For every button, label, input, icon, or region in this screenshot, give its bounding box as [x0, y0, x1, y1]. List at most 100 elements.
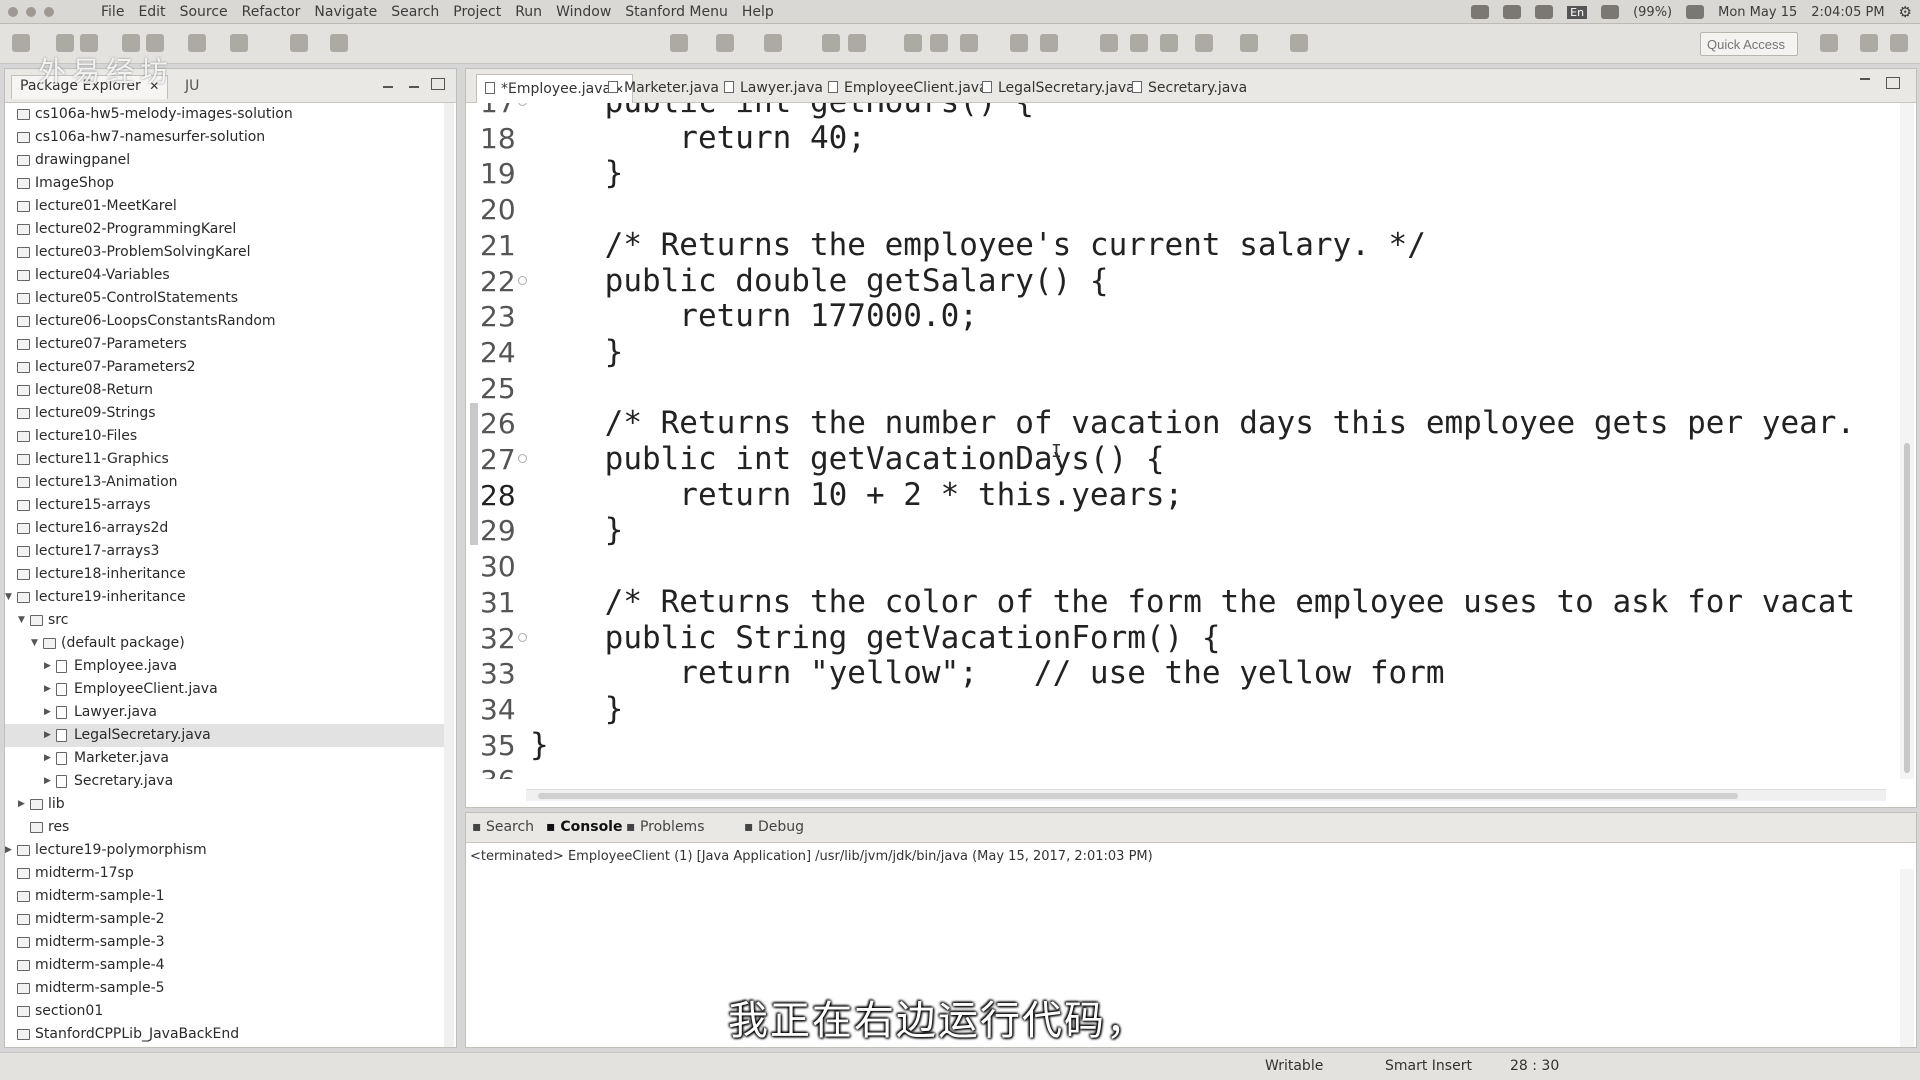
- editor-tab[interactable]: Secretary.java: [1132, 76, 1247, 102]
- menu-item[interactable]: Edit: [131, 4, 172, 20]
- editor-tab[interactable]: Lawyer.java: [724, 76, 823, 102]
- editor-tab[interactable]: EmployeeClient.java: [828, 76, 988, 102]
- search-icon[interactable]: [960, 34, 978, 52]
- expand-closed-icon[interactable]: ▶: [44, 724, 51, 747]
- code-line[interactable]: 21 /* Returns the employee's current sal…: [466, 227, 1896, 263]
- new-package-icon[interactable]: [848, 34, 866, 52]
- code-line[interactable]: 26 /* Returns the number of vacation day…: [466, 406, 1896, 441]
- code-line[interactable]: 36: [466, 763, 1896, 779]
- block-select-icon[interactable]: [1160, 34, 1178, 52]
- build-icon[interactable]: [670, 34, 688, 52]
- minimize-window-icon[interactable]: [26, 6, 36, 17]
- run-icon[interactable]: [230, 34, 248, 52]
- console-scrollbar[interactable]: [1900, 869, 1914, 1047]
- debug-perspective-icon[interactable]: [1890, 34, 1908, 52]
- minimize-editor-icon[interactable]: [1860, 78, 1870, 80]
- time-display[interactable]: 2:04:05 PM: [1811, 5, 1884, 20]
- tab-junit[interactable]: JU: [185, 78, 199, 94]
- tree-item[interactable]: ▶ lib: [5, 793, 445, 816]
- tree-item[interactable]: lecture07-Parameters: [5, 333, 445, 356]
- tree-item[interactable]: lecture03-ProblemSolvingKarel: [5, 241, 445, 264]
- tree-item[interactable]: StanfordCPPLib_JavaBackEnd: [5, 1023, 445, 1046]
- fold-toggle-icon[interactable]: [518, 454, 527, 463]
- view-menu-icon[interactable]: [383, 86, 393, 88]
- code-line[interactable]: 24 }: [466, 334, 1896, 370]
- tree-item[interactable]: midterm-sample-5: [5, 977, 445, 1000]
- tree-item[interactable]: ▼ src: [5, 609, 445, 632]
- code-line[interactable]: 27 public int getVacationDays() {: [466, 442, 1896, 477]
- expand-closed-icon[interactable]: ▶: [44, 655, 51, 678]
- console-tab[interactable]: ▪ Search: [472, 819, 534, 835]
- tree-item[interactable]: lecture02-ProgrammingKarel: [5, 218, 445, 241]
- menu-item[interactable]: Run: [508, 4, 549, 20]
- console-tab[interactable]: ▪ Console: [546, 819, 622, 835]
- forward-icon[interactable]: [1290, 34, 1308, 52]
- code-area[interactable]: 17 public int getHours() {18 return 40;1…: [466, 103, 1896, 779]
- tree-item[interactable]: lecture05-ControlStatements: [5, 287, 445, 310]
- tree-item[interactable]: lecture04-Variables: [5, 264, 445, 287]
- expand-closed-icon[interactable]: ▶: [5, 839, 12, 862]
- expand-closed-icon[interactable]: ▶: [44, 701, 51, 724]
- tree-item[interactable]: midterm-sample-3: [5, 931, 445, 954]
- camera-icon[interactable]: [1471, 5, 1490, 19]
- menu-item[interactable]: Navigate: [307, 4, 384, 20]
- tree-item[interactable]: midterm-sample-4: [5, 954, 445, 977]
- new-class-icon[interactable]: [822, 34, 840, 52]
- expand-open-icon[interactable]: ▼: [5, 586, 12, 609]
- code-line[interactable]: 30: [466, 549, 1896, 584]
- maximize-editor-icon[interactable]: [1886, 77, 1900, 89]
- tree-item[interactable]: res: [5, 816, 445, 839]
- tree-item[interactable]: midterm-17sp: [5, 862, 445, 885]
- dropbox-icon[interactable]: [1503, 5, 1522, 19]
- code-line[interactable]: 33 return "yellow"; // use the yellow fo…: [466, 656, 1896, 691]
- prev-annotation-icon[interactable]: [1130, 34, 1148, 52]
- close-window-icon[interactable]: [8, 6, 18, 17]
- pin-icon[interactable]: [1195, 34, 1213, 52]
- tree-item[interactable]: lecture13-Animation: [5, 471, 445, 494]
- maximize-window-icon[interactable]: [44, 6, 54, 17]
- expand-closed-icon[interactable]: ▶: [18, 793, 25, 816]
- network-icon[interactable]: [1535, 5, 1554, 19]
- java-perspective-icon[interactable]: [1860, 34, 1878, 52]
- package-explorer-scrollbar[interactable]: [444, 103, 454, 1047]
- tree-item[interactable]: ▶ lecture19-polymorphism: [5, 839, 445, 862]
- tree-item[interactable]: midterm-sample-1: [5, 885, 445, 908]
- code-line[interactable]: 28 return 10 + 2 * this.years;: [466, 477, 1896, 513]
- menu-item[interactable]: Search: [384, 4, 446, 20]
- tree-item[interactable]: lecture15-arrays: [5, 494, 445, 517]
- next-annotation-icon[interactable]: [1100, 34, 1118, 52]
- tree-item[interactable]: lecture16-arrays2d: [5, 517, 445, 540]
- code-line[interactable]: 34 }: [466, 691, 1896, 727]
- open-task-icon[interactable]: [930, 34, 948, 52]
- code-line[interactable]: 20: [466, 192, 1896, 227]
- editor-scroll-thumb[interactable]: [1904, 443, 1910, 773]
- expand-closed-icon[interactable]: ▶: [44, 678, 51, 701]
- tree-item[interactable]: lecture07-Parameters2: [5, 356, 445, 379]
- new-icon[interactable]: [12, 34, 30, 52]
- tree-item[interactable]: ▼ lecture19-inheritance: [5, 586, 445, 609]
- tree-item[interactable]: midterm-sample-2: [5, 908, 445, 931]
- code-line[interactable]: 29 }: [466, 513, 1896, 548]
- tree-item[interactable]: drawingpanel: [5, 149, 445, 172]
- upload-icon[interactable]: [290, 34, 308, 52]
- annotation-icon[interactable]: [1010, 34, 1028, 52]
- editor-horizontal-scrollbar[interactable]: [526, 789, 1886, 801]
- volume-icon[interactable]: [1686, 5, 1705, 19]
- toggle-mark-icon[interactable]: [1040, 34, 1058, 52]
- tree-item[interactable]: lecture17-arrays3: [5, 540, 445, 563]
- tree-item[interactable]: lecture08-Return: [5, 379, 445, 402]
- tree-item[interactable]: lecture09-Strings: [5, 402, 445, 425]
- cursor-icon[interactable]: [330, 34, 348, 52]
- code-line[interactable]: 32 public String getVacationForm() {: [466, 620, 1896, 656]
- run-last-icon[interactable]: [716, 34, 734, 52]
- maximize-view-icon[interactable]: [431, 78, 445, 90]
- code-line[interactable]: 19 }: [466, 156, 1896, 191]
- code-line[interactable]: 35}: [466, 727, 1896, 763]
- menu-item[interactable]: Window: [549, 4, 618, 20]
- code-line[interactable]: 22 public double getSalary() {: [466, 263, 1896, 299]
- tree-item[interactable]: ▶ Lawyer.java: [5, 701, 445, 724]
- tree-item[interactable]: lecture10-Files: [5, 425, 445, 448]
- code-line[interactable]: 17 public int getHours() {: [466, 103, 1896, 120]
- tree-item[interactable]: ▶ Secretary.java: [5, 770, 445, 793]
- tree-item[interactable]: cs106a-hw7-namesurfer-solution: [5, 126, 445, 149]
